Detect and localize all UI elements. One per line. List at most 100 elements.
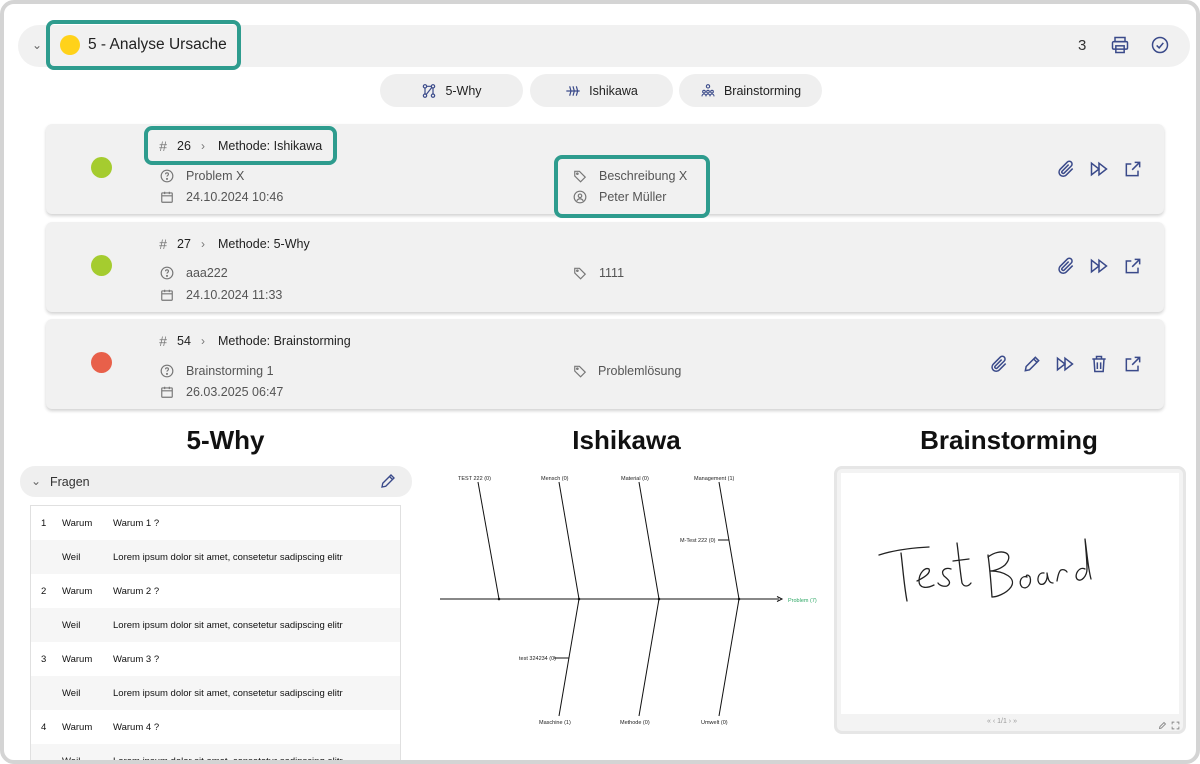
pencil-icon[interactable] [1158,717,1167,730]
row-number: 3 [41,654,47,665]
fast-forward-icon[interactable] [1089,256,1109,276]
print-icon[interactable] [1110,35,1130,55]
row-text: Warum 2 ? [113,586,160,597]
pencil-icon[interactable] [1022,354,1042,374]
chevron-down-icon[interactable]: ⌄ [32,38,42,52]
row-text: Lorem ipsum dolor sit amet, consetetur s… [113,688,343,699]
fishbone-icon [566,85,580,96]
status-dot [91,157,112,178]
card-tag: Beschreibung X [599,169,688,183]
row-kind: Warum [62,722,93,733]
card-tag: 1111 [599,266,625,280]
fast-forward-icon[interactable] [1089,159,1109,179]
row-kind: Weil [62,756,81,764]
tag-icon [573,169,587,183]
junction-dot [657,597,661,601]
calendar-icon [160,190,174,204]
card-user: Peter Müller [599,190,667,204]
row-text: Lorem ipsum dolor sit amet, consetetur s… [113,620,343,631]
paperclip-icon[interactable] [989,354,1009,374]
cause-label: Methode (0) [620,720,650,726]
table-row: Weil Lorem ipsum dolor sit amet, consetet… [31,608,400,642]
row-text: Lorem ipsum dolor sit amet, consetetur s… [113,756,343,764]
card-date: 24.10.2024 11:33 [186,288,283,302]
chevron-right-icon: › [201,139,205,153]
table-row: Weil Lorem ipsum dolor sit amet, consetet… [31,744,400,764]
chevron-down-icon[interactable]: ⌄ [31,474,41,488]
check-circle-icon[interactable] [1150,35,1170,55]
highlight-frame [554,155,710,218]
card-problem: aaa222 [186,266,228,280]
method-button-ishikawa[interactable]: Ishikawa [530,74,673,107]
method-button-label: Ishikawa [589,83,638,98]
brainstorming-board[interactable]: « ‹ 1/1 › » [834,466,1186,734]
row-text: Warum 1 ? [113,518,160,529]
method-button-label: Brainstorming [723,83,802,98]
method-button-5why[interactable]: 5-Why [380,74,523,107]
junction-dot [737,597,741,601]
card-date: 24.10.2024 10:46 [186,190,284,204]
card-tag: Problemlösung [598,364,682,378]
preview-title-ishikawa: Ishikawa [572,425,681,455]
table-row: 3 Warum Warum 3 ? [31,642,400,676]
board-pager[interactable]: « ‹ 1/1 › » [987,718,1017,725]
status-dot [91,255,112,276]
row-kind: Warum [62,518,93,529]
hash-icon: # [159,138,167,154]
cause-label: Umwelt (0) [701,720,728,726]
cause-label: Material (0) [621,476,649,482]
hash-icon: # [159,333,167,349]
preview-title-brainstorming: Brainstorming [920,425,1098,455]
card-method: Methode: Brainstorming [218,334,351,348]
paperclip-icon[interactable] [1056,159,1076,179]
row-number: 2 [41,586,47,597]
row-text: Lorem ipsum dolor sit amet, consetetur s… [113,552,343,563]
fullscreen-icon[interactable] [1171,717,1180,730]
cause-label: Maschine (1) [539,720,571,726]
trash-icon[interactable] [1089,354,1109,374]
question-circle-icon [160,266,174,280]
bone-line [638,481,660,600]
card-id: 26 [177,139,191,153]
bone-line [718,598,740,717]
bone-line [558,481,580,600]
handwriting-drawing [878,538,1092,602]
chevron-right-icon: › [201,334,205,348]
table-row: 2 Warum Warum 2 ? [31,574,400,608]
hierarchy-icon [423,83,436,98]
row-text: Warum 4 ? [113,722,160,733]
paperclip-icon[interactable] [1056,256,1076,276]
cause-label: TEST 222 (0) [458,476,491,482]
row-kind: Weil [62,552,81,563]
board-canvas[interactable] [841,473,1179,714]
row-kind: Warum [62,586,93,597]
hash-icon: # [159,236,167,252]
calendar-icon [160,288,174,302]
table-row: 1 Warum Warum 1 ? [31,506,400,540]
user-circle-icon [573,190,587,204]
question-circle-icon [160,364,174,378]
fragen-label: Fragen [50,475,90,489]
card-problem: Problem X [186,169,245,183]
tag-icon [573,266,587,280]
card-id: 54 [177,334,191,348]
table-row: Weil Lorem ipsum dolor sit amet, consetet… [31,676,400,710]
row-kind: Weil [62,688,81,699]
cause-label: Mensch (0) [541,476,569,482]
card-date: 26.03.2025 06:47 [186,385,284,399]
row-text: Warum 3 ? [113,654,160,665]
section-status-dot [60,35,80,55]
sub-cause-label: test 324234 (0) [519,656,556,662]
people-idea-icon [701,83,715,96]
pencil-icon[interactable] [379,472,397,490]
chevron-right-icon: › [201,237,205,251]
section-title: 5 - Analyse Ursache [88,36,227,53]
external-link-icon[interactable] [1123,256,1143,276]
fast-forward-icon[interactable] [1055,354,1075,374]
row-number: 4 [41,722,47,733]
external-link-icon[interactable] [1123,159,1143,179]
problem-label: Problem (7) [788,598,817,604]
external-link-icon[interactable] [1123,354,1143,374]
card-method: Methode: Ishikawa [218,139,323,153]
method-button-brainstorming[interactable]: Brainstorming [679,74,822,107]
